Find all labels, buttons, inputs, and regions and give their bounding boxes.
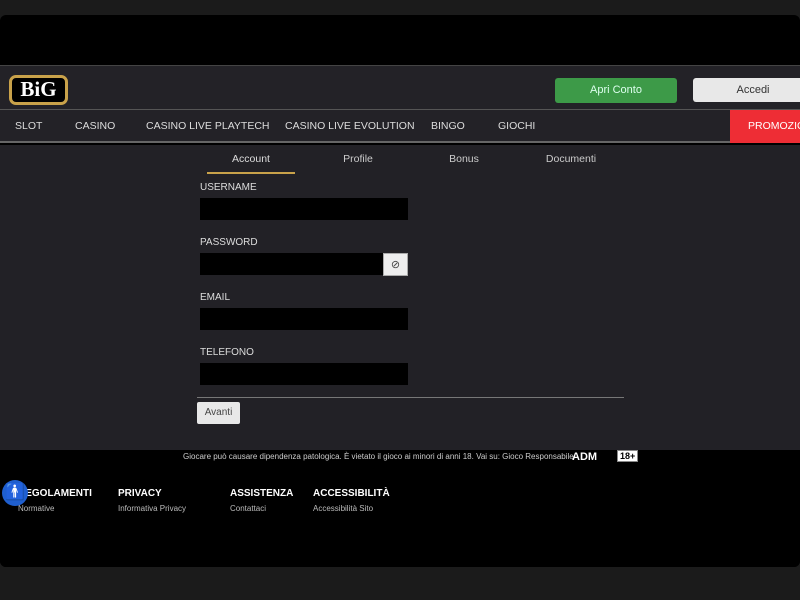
footer-link-normative[interactable]: Normative [18,504,92,513]
footer-link-accessibilita[interactable]: Accessibilità Sito [313,504,390,513]
footer-heading: ASSISTENZA [230,488,294,499]
username-label: USERNAME [200,182,257,193]
footer-heading: PRIVACY [118,488,162,499]
footer-link-contattaci[interactable]: Contattaci [230,504,293,513]
footer-heading: ACCESSIBILITÀ [313,488,390,499]
active-tab-indicator [207,172,295,174]
tab-account[interactable]: Account [206,153,296,165]
registration-panel: Account Profile Bonus Documenti USERNAME… [0,145,800,450]
tab-profile[interactable]: Profile [313,153,403,165]
footer-col-regolamenti: REGOLAMENTI Normative [18,488,92,513]
email-label: EMAIL [200,292,231,303]
footer-heading: REGOLAMENTI [18,488,92,499]
footer-col-accessibilita: ACCESSIBILITÀ Accessibilità Sito [313,488,390,513]
header: BiG Apri Conto Accedi [0,65,800,110]
nav-promozioni[interactable]: PROMOZIONI [730,110,800,143]
password-label: PASSWORD [200,237,258,248]
login-button[interactable]: Accedi [693,78,800,102]
phone-label: TELEFONO [200,347,254,358]
open-account-button[interactable]: Apri Conto [555,78,677,103]
nav-casino[interactable]: CASINO [75,110,115,143]
nav-slot[interactable]: SLOT [15,110,42,143]
password-input[interactable] [200,253,383,275]
browser-frame: BiG Apri Conto Accedi SLOT CASINO CASINO… [0,15,800,567]
tab-documenti[interactable]: Documenti [526,153,616,165]
footer-link-privacy[interactable]: Informativa Privacy [118,504,186,513]
gambling-warning: Giocare può causare dipendenza patologic… [183,452,574,461]
adm-logo: ADM [572,451,598,463]
age-18-badge: 18+ [617,450,639,462]
footer-col-assistenza: ASSISTENZA Contattaci [230,488,293,513]
nav-casino-live-playtech[interactable]: CASINO LIVE PLAYTECH [146,110,270,143]
next-button[interactable]: Avanti [197,402,240,424]
tab-bonus[interactable]: Bonus [419,153,509,165]
footer-col-privacy: PRIVACY Informativa Privacy [118,488,186,513]
accessibility-icon[interactable]: 🚹 [2,480,28,506]
main-nav: SLOT CASINO CASINO LIVE PLAYTECH CASINO … [0,110,800,143]
divider [197,397,624,398]
eye-slash-icon[interactable]: ⊘ [383,253,408,276]
logo[interactable]: BiG [9,75,68,105]
phone-input[interactable] [200,363,408,385]
nav-giochi[interactable]: GIOCHI [498,110,535,143]
username-input[interactable] [200,198,408,220]
nav-casino-live-evolution[interactable]: CASINO LIVE EVOLUTION [285,110,415,143]
footer: Giocare può causare dipendenza patologic… [0,450,800,567]
email-input[interactable] [200,308,408,330]
nav-bingo[interactable]: BINGO [431,110,465,143]
